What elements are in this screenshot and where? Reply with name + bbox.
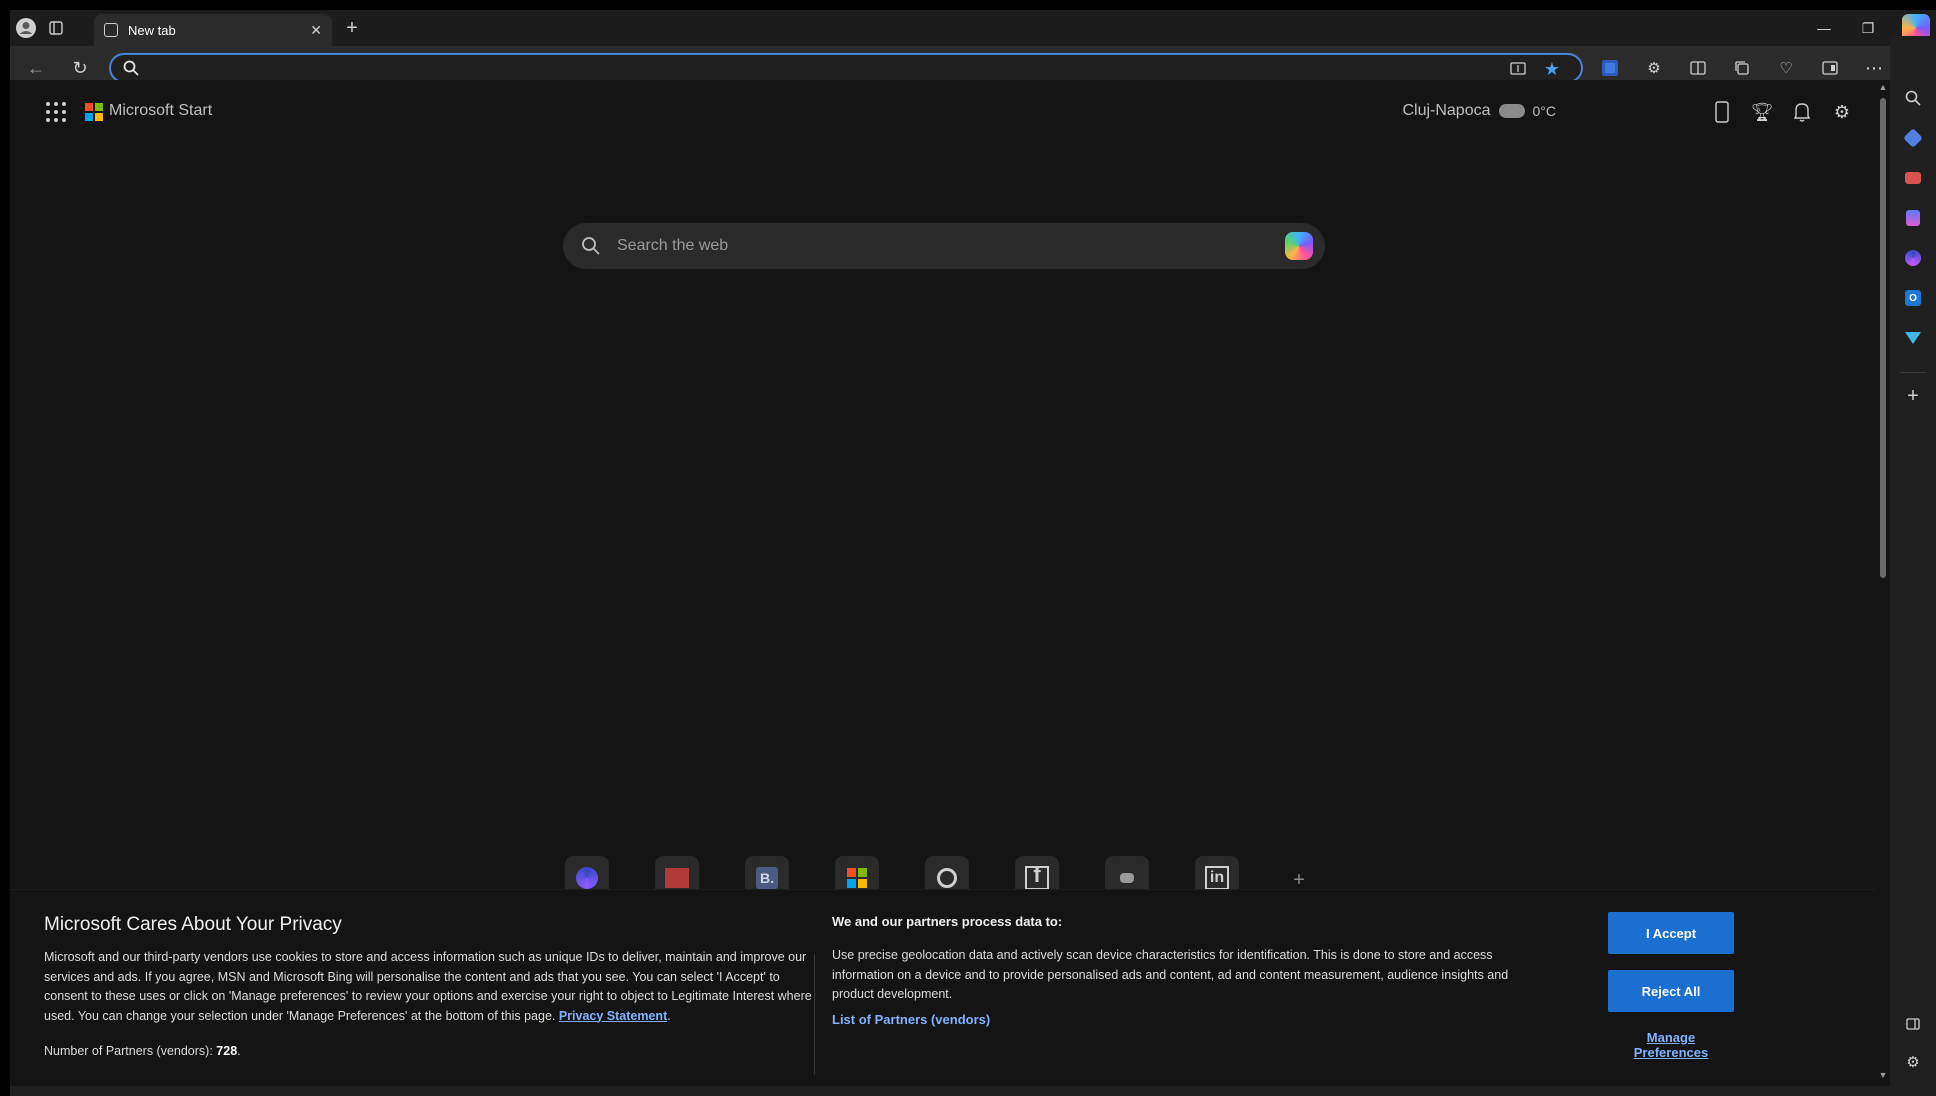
edge-sidebar: O + ⚙ (1890, 36, 1936, 1096)
privacy-body-end: . (667, 1008, 671, 1023)
sidebar-outlook-icon[interactable]: O (1903, 288, 1923, 308)
booking-icon: B. (756, 867, 778, 889)
weather-city: Cluj-Napoca (1402, 102, 1491, 119)
sidebar-settings-icon[interactable]: ⚙ (1903, 1052, 1923, 1072)
address-search-icon (123, 60, 139, 76)
favorite-star-icon[interactable]: ★ (1543, 59, 1561, 79)
brand-title[interactable]: Microsoft Start (109, 102, 212, 120)
sidebar-add-icon[interactable]: + (1903, 385, 1923, 407)
rewards-trophy-icon[interactable]: 🏆︎ (1750, 100, 1774, 124)
process-text: Use precise geolocation data and activel… (832, 948, 1509, 1001)
scroll-down-icon[interactable]: ▼ (1878, 1070, 1888, 1080)
refresh-icon[interactable]: ↻ (68, 56, 92, 80)
new-tab-button[interactable]: + (342, 17, 362, 39)
manage-preferences-link[interactable]: Manage Preferences (1608, 1030, 1734, 1060)
sidebar-shopping-tag-icon[interactable] (1903, 128, 1923, 148)
tab-new-tab[interactable]: New tab ✕ (94, 14, 332, 46)
privacy-statement-link[interactable]: Privacy Statement (559, 1009, 667, 1023)
partners-count-label: Number of Partners (vendors): (44, 1044, 217, 1058)
new-tab-page: Microsoft Start Cluj-Napoca 0°C 🏆︎ ⚙ B. … (10, 80, 1876, 1086)
sidebar-games-icon[interactable] (1903, 208, 1923, 228)
page-header: Microsoft Start Cluj-Napoca 0°C 🏆︎ ⚙ (10, 80, 1876, 140)
more-menu-icon[interactable]: ⋯ (1862, 56, 1886, 80)
sidebar-drop-icon[interactable] (1903, 328, 1923, 348)
new-tab-page-icon (104, 23, 118, 37)
address-bar[interactable]: ★ (109, 53, 1583, 83)
browser-essentials-icon[interactable]: ♡ (1774, 56, 1798, 80)
split-screen-icon[interactable] (1686, 56, 1710, 80)
scroll-thumb[interactable] (1880, 98, 1886, 578)
search-icon (582, 237, 600, 255)
reject-all-button[interactable]: Reject All (1608, 970, 1734, 1012)
address-input[interactable] (145, 59, 1465, 79)
sidebar-search-icon[interactable] (1903, 88, 1923, 108)
tab-close-icon[interactable]: ✕ (310, 22, 322, 39)
privacy-banner: Microsoft Cares About Your Privacy Micro… (10, 889, 1876, 1086)
sidebar-tools-icon[interactable] (1903, 168, 1923, 188)
scroll-up-icon[interactable]: ▲ (1878, 82, 1888, 92)
title-bar: New tab ✕ + — ❐ ✕ (10, 10, 1936, 46)
extensions-puzzle-icon[interactable]: ⚙ (1642, 56, 1666, 80)
weather-widget[interactable]: Cluj-Napoca 0°C (1402, 102, 1556, 120)
tab-title: New tab (128, 22, 176, 38)
profile-avatar-icon[interactable] (14, 16, 38, 40)
restore-icon[interactable]: ❐ (1848, 14, 1888, 42)
tab-actions-icon[interactable] (46, 18, 66, 38)
gray-site-icon (1120, 873, 1134, 883)
linkedin-icon: in (1204, 866, 1230, 890)
page-scrollbar[interactable]: ▲ ▼ (1876, 80, 1890, 1086)
extension-blue-icon[interactable] (1598, 56, 1622, 80)
cloud-icon (1498, 104, 1525, 118)
microsoft-logo-icon (85, 103, 103, 121)
partners-count-value: 728 (216, 1044, 238, 1058)
mobile-phone-icon[interactable] (1710, 100, 1734, 124)
copilot-tile-icon (576, 867, 598, 889)
page-settings-gear-icon[interactable]: ⚙ (1830, 100, 1854, 124)
collections-icon[interactable] (1730, 56, 1754, 80)
process-title: We and our partners process data to: (832, 914, 1063, 929)
list-of-partners-link[interactable]: List of Partners (vendors) (832, 1012, 990, 1027)
web-search-box[interactable] (563, 223, 1325, 269)
apps-launcher-icon[interactable] (46, 102, 66, 122)
privacy-body: Microsoft and our third-party vendors us… (44, 950, 812, 1023)
partners-count-end: . (237, 1044, 241, 1058)
sidebar-copilot-icon[interactable] (1903, 248, 1923, 268)
search-input[interactable] (617, 236, 1217, 256)
ai-app-icon (937, 868, 957, 888)
facebook-icon: f (1025, 862, 1049, 890)
accept-button[interactable]: I Accept (1608, 912, 1734, 954)
sidebar-hide-icon[interactable] (1903, 1014, 1923, 1034)
store-bag-icon (847, 868, 867, 888)
sidebar-divider (1900, 372, 1926, 373)
privacy-text: Microsoft and our third-party vendors us… (44, 948, 814, 1026)
minimize-icon[interactable]: — (1804, 14, 1844, 42)
copilot-icon[interactable] (1285, 232, 1313, 260)
notifications-bell-icon[interactable] (1790, 100, 1814, 124)
red-site-icon (665, 868, 689, 888)
immersive-reader-icon[interactable] (1509, 60, 1527, 78)
partners-count-line: Number of Partners (vendors): 728. (44, 1044, 241, 1058)
workspaces-icon[interactable] (1818, 56, 1842, 80)
back-icon[interactable]: ← (24, 56, 48, 80)
weather-temp: 0°C (1532, 103, 1557, 119)
privacy-title: Microsoft Cares About Your Privacy (44, 914, 342, 935)
privacy-divider (814, 954, 815, 1074)
